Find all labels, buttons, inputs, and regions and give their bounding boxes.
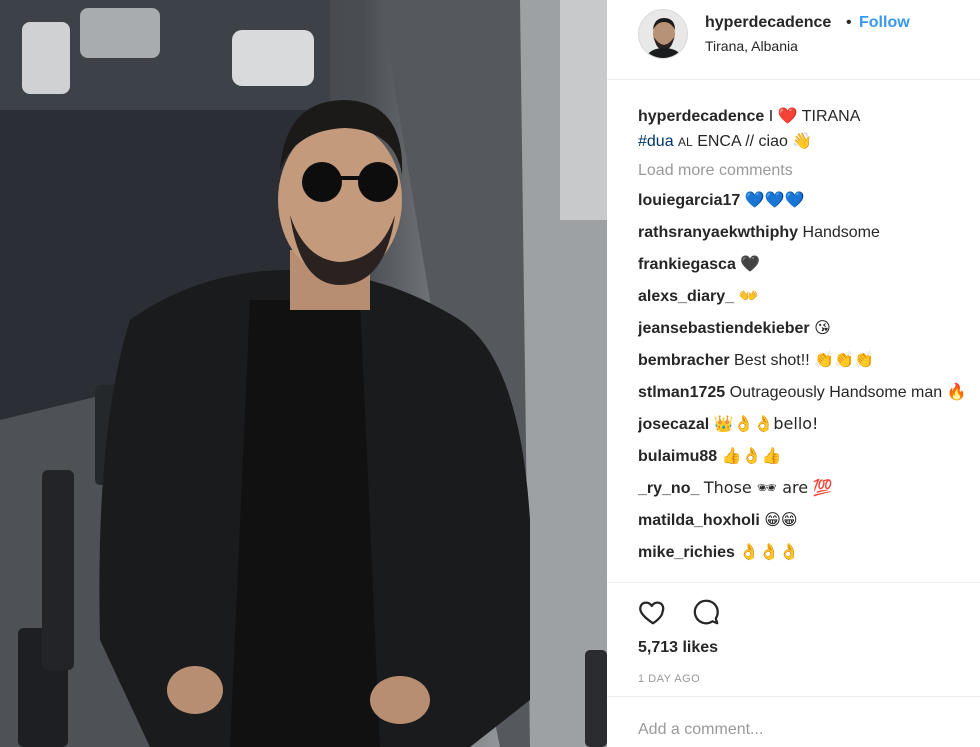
comment-username[interactable]: bembracher — [638, 352, 730, 369]
post-side-panel: hyperdecadence • Follow Tirana, Albania … — [607, 0, 980, 747]
waving-hand-icon: 👋 — [792, 131, 813, 150]
heart-outline-icon[interactable] — [638, 597, 668, 627]
comment-username[interactable]: mike_richies — [638, 544, 735, 561]
add-comment-input[interactable] — [638, 721, 958, 739]
comment-username[interactable]: louiegarcia17 — [638, 192, 740, 209]
black-heart-icon: 🖤 — [740, 254, 761, 273]
caption-line-1: hyperdecadence I ❤️ TIRANA — [638, 104, 980, 129]
comment-item: louiegarcia17 💙💙💙 — [638, 190, 980, 211]
post-timestamp[interactable]: 1 DAY AGO — [638, 673, 700, 685]
comment-username[interactable]: frankiegasca — [638, 256, 736, 273]
kiss-face-icon: 😘 — [814, 318, 831, 337]
comment-item: bembracher Best shot!! 👏👏👏 — [638, 350, 980, 371]
caption-text-rest: ENCA // ciao — [697, 133, 788, 150]
blue-hearts-icon: 💙💙💙 — [744, 190, 805, 209]
comment-username[interactable]: rathsranyaekwthiphy — [638, 224, 798, 241]
comment-item: bulaimu88 👍👌👍 — [638, 446, 980, 467]
comment-username[interactable]: stlman1725 — [638, 384, 725, 401]
comment-item: frankiegasca 🖤 — [638, 254, 980, 275]
hundred-points-icon: 💯 — [812, 478, 833, 497]
caption-smallcaps: AL — [678, 135, 693, 149]
comment-item: _ry_no_ Those 🕶 are 💯 — [638, 478, 980, 499]
caption-line-2: #dua AL ENCA // ciao 👋 — [638, 129, 980, 154]
comment-item: mike_richies 👌👌👌 — [638, 542, 980, 563]
post-username[interactable]: hyperdecadence — [705, 14, 831, 32]
comment-text: Best shot!! — [734, 352, 810, 369]
grinning-face-icon: 😁😁 — [764, 510, 798, 529]
post-actions — [607, 582, 980, 642]
avatar[interactable] — [638, 9, 688, 59]
comment-username[interactable]: bulaimu88 — [638, 448, 717, 465]
comment-item: jeansebastiendekieber 😘 — [638, 318, 980, 339]
post-photo — [0, 0, 607, 747]
comment-text: Outrageously Handsome man — [729, 384, 943, 401]
comment-bubble-icon[interactable] — [691, 597, 721, 627]
comment-username[interactable]: josecazal — [638, 416, 709, 433]
comment-text: Those 🕶 are — [703, 478, 809, 497]
add-comment-bar — [607, 696, 980, 747]
comment-item: alexs_diary_ 👐 — [638, 286, 980, 307]
follow-button[interactable]: Follow — [859, 14, 910, 32]
comment-username[interactable]: alexs_diary_ — [638, 288, 734, 305]
fire-icon: 🔥 — [946, 382, 967, 401]
comment-text: Handsome — [802, 224, 880, 241]
post-location[interactable]: Tirana, Albania — [705, 38, 798, 54]
avatar-image — [639, 10, 687, 58]
ok-hand-icon: 👌👌👌 — [739, 542, 800, 561]
likes-count[interactable]: 5,713 likes — [638, 639, 718, 657]
thumbs-ok-icon: 👍👌👍 — [721, 446, 782, 465]
comment-item: stlman1725 Outrageously Handsome man 🔥 — [638, 382, 980, 403]
separator-dot: • — [846, 14, 852, 31]
comment-text: 👑👌👌bello! — [713, 414, 819, 433]
comment-item: matilda_hoxholi 😁😁 — [638, 510, 980, 531]
comment-username[interactable]: _ry_no_ — [638, 480, 699, 497]
clapping-hands-icon: 👏👏👏 — [814, 350, 874, 369]
hashtag-link[interactable]: #dua — [638, 133, 674, 150]
comment-username[interactable]: jeansebastiendekieber — [638, 320, 810, 337]
comment-username[interactable]: matilda_hoxholi — [638, 512, 760, 529]
caption-text: I — [768, 108, 774, 125]
post-header: hyperdecadence • Follow Tirana, Albania — [607, 0, 980, 80]
caption-text-tirana: TIRANA — [801, 108, 861, 125]
caption-username[interactable]: hyperdecadence — [638, 108, 764, 125]
load-more-comments-link[interactable]: Load more comments — [638, 162, 980, 180]
comment-item: josecazal 👑👌👌bello! — [638, 414, 980, 435]
comment-item: rathsranyaekwthiphy Handsome — [638, 222, 980, 243]
open-hands-icon: 👐 — [738, 286, 759, 305]
red-heart-icon: ❤️ — [777, 106, 798, 125]
comments-list[interactable]: hyperdecadence I ❤️ TIRANA #dua AL ENCA … — [638, 104, 980, 580]
photo-scene — [0, 0, 607, 747]
